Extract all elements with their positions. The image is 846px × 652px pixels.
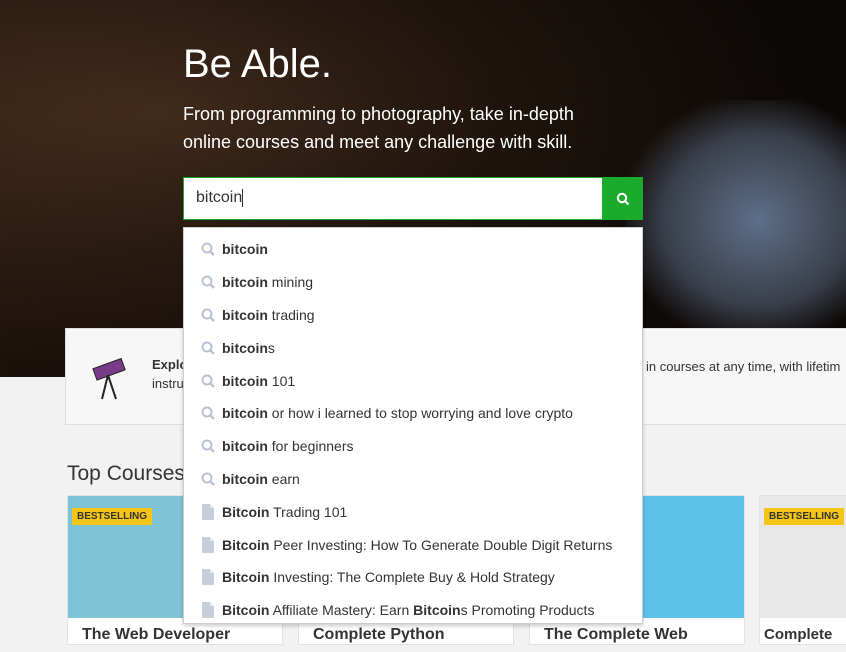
search-icon [201, 341, 215, 355]
suggestion-text: bitcoin [222, 241, 268, 258]
document-icon [202, 569, 214, 586]
search-icon [201, 242, 215, 257]
search-icon [616, 192, 630, 205]
search-icon [201, 439, 215, 454]
search-button[interactable] [603, 177, 643, 220]
suggestion-item[interactable]: bitcoin earn [184, 463, 642, 496]
suggestion-item[interactable]: bitcoin or how i learned to stop worryin… [184, 397, 642, 430]
text-caret [242, 189, 244, 207]
hero-photo [626, 100, 846, 340]
search-input[interactable]: bitcoin [183, 177, 603, 220]
suggestion-item[interactable]: bitcoins [184, 331, 642, 364]
suggestion-item[interactable]: bitcoin 101 [184, 364, 642, 397]
suggestion-item[interactable]: bitcoin mining [184, 266, 642, 299]
suggestion-text: bitcoin trading [222, 306, 315, 323]
suggestion-text: Bitcoin Trading 101 [222, 503, 348, 520]
telescope-icon [92, 357, 126, 400]
search-icon [201, 472, 215, 486]
document-icon [202, 536, 214, 553]
hero-title: Be Able. [183, 42, 333, 86]
suggestion-text: bitcoin or how i learned to stop worryin… [222, 405, 573, 422]
suggestion-text: bitcoin for beginners [222, 438, 354, 455]
bestselling-badge: BESTSELLING [764, 508, 845, 525]
search-value: bitcoin [196, 189, 243, 207]
suggestion-text: bitcoins [222, 339, 275, 356]
suggestion-text: Bitcoin Peer Investing: How To Generate … [222, 536, 613, 553]
course-card[interactable]: BESTSELLING Complete [759, 495, 846, 645]
course-thumbnail: BESTSELLING [760, 496, 846, 618]
suggestion-item[interactable]: bitcoin [184, 233, 642, 266]
document-icon [202, 503, 214, 520]
suggestion-text: bitcoin mining [222, 274, 314, 291]
suggestion-item[interactable]: Bitcoin Investing: The Complete Buy & Ho… [184, 561, 642, 594]
info-right-text: in courses at any time, with lifetim [646, 359, 841, 374]
suggestion-item[interactable]: bitcoin for beginners [184, 430, 642, 463]
search-icon [201, 374, 215, 388]
suggestion-item[interactable]: bitcoin trading [184, 299, 642, 332]
hero-subtitle: From programming to photography, take in… [183, 104, 574, 152]
suggestion-item[interactable]: Bitcoin Affiliate Mastery: Earn Bitcoins… [184, 594, 642, 627]
info-left-text: instru [152, 376, 184, 391]
document-icon [202, 602, 214, 619]
suggestion-text: Bitcoin Investing: The Complete Buy & Ho… [222, 569, 555, 586]
search-icon [201, 406, 215, 421]
suggestion-item[interactable]: Bitcoin Trading 101 [184, 495, 642, 528]
bestselling-badge: BESTSELLING [72, 508, 153, 525]
search-icon [201, 308, 215, 322]
suggestion-text: bitcoin earn [222, 470, 300, 487]
course-title: Complete [764, 626, 833, 643]
suggestion-text: Bitcoin Affiliate Mastery: Earn Bitcoins… [222, 602, 595, 619]
search-suggestions-dropdown: bitcoin bitcoin mining bitcoin trading bitc… [183, 227, 643, 624]
search-icon [201, 275, 215, 290]
suggestion-text: bitcoin 101 [222, 372, 296, 389]
suggestion-item[interactable]: Bitcoin Peer Investing: How To Generate … [184, 528, 642, 561]
top-courses-heading: Top Courses [67, 462, 185, 485]
